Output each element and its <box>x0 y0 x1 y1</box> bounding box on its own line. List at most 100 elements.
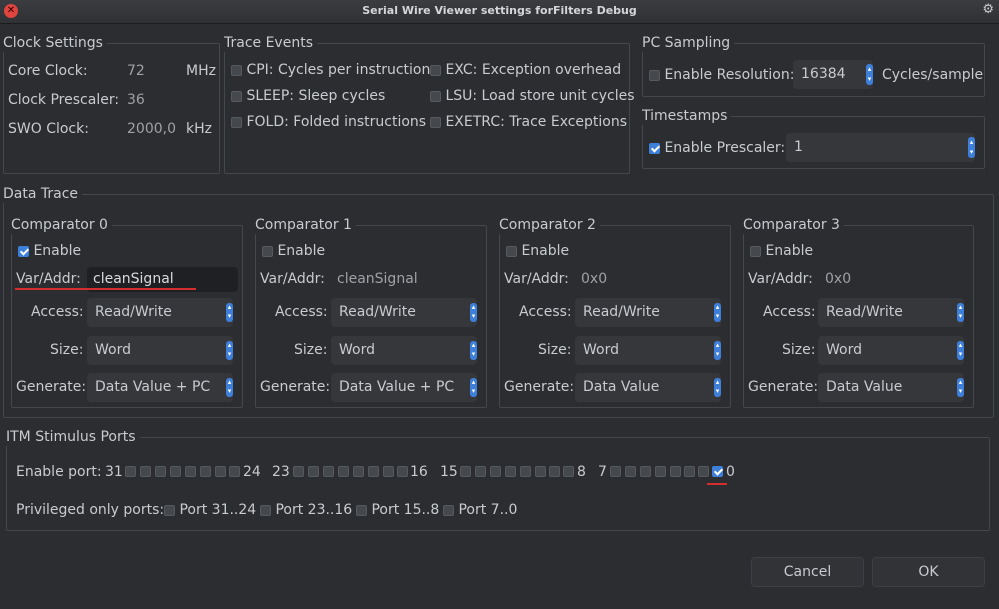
port-4-checkbox[interactable] <box>655 466 666 477</box>
port-0-checkbox[interactable] <box>712 466 723 477</box>
port-1-checkbox[interactable] <box>698 466 709 477</box>
port-23-checkbox[interactable] <box>293 466 304 477</box>
port-9-checkbox[interactable] <box>549 466 560 477</box>
port-15-checkbox[interactable] <box>460 466 471 477</box>
port-8-checkbox[interactable] <box>563 466 574 477</box>
privileged-port-23-16[interactable]: Port 23..16 <box>260 502 352 518</box>
port-26-checkbox[interactable] <box>200 466 211 477</box>
comparator-2-access-select[interactable]: Read/Write ▴ ▾ <box>575 298 721 327</box>
port-24-checkbox[interactable] <box>229 466 240 477</box>
comparator-1-generate-select[interactable]: Data Value + PC ▴ ▾ <box>331 373 477 402</box>
privileged-checkbox[interactable] <box>443 504 454 516</box>
privileged-port-7-0[interactable]: Port 7..0 <box>443 502 517 518</box>
port-11-checkbox[interactable] <box>520 466 531 477</box>
port-2-checkbox[interactable] <box>684 466 695 477</box>
ok-button[interactable]: OK <box>872 557 985 587</box>
prescaler-spinbox[interactable]: 1 ▴ ▾ <box>786 133 975 162</box>
chevron-updown-icon: ▴ ▾ <box>714 303 721 322</box>
spin-arrows-icon[interactable]: ▴ ▾ <box>866 64 873 85</box>
comparator-2-generate-select[interactable]: Data Value ▴ ▾ <box>575 373 721 402</box>
port-group-low: 24 <box>243 464 261 480</box>
port-28-checkbox[interactable] <box>170 466 181 477</box>
swo-clock-unit: kHz <box>186 121 212 137</box>
port-14-checkbox[interactable] <box>475 466 486 477</box>
port-18-checkbox[interactable] <box>368 466 379 477</box>
comparator-1-access-select[interactable]: Read/Write ▴ ▾ <box>331 298 477 327</box>
enable-checkbox[interactable] <box>262 245 273 257</box>
port-7-checkbox[interactable] <box>610 466 621 477</box>
trace-event-exetrc[interactable]: EXETRC: Trace Exceptions <box>430 114 627 130</box>
comparator-1-enable[interactable]: Enable <box>262 243 325 259</box>
port-19-checkbox[interactable] <box>353 466 364 477</box>
port-30-checkbox[interactable] <box>140 466 151 477</box>
privileged-checkbox[interactable] <box>164 504 175 516</box>
window-title: Serial Wire Viewer settings forFilters D… <box>362 4 637 17</box>
exetrc-checkbox[interactable] <box>430 116 441 128</box>
comparator-0-access-select[interactable]: Read/Write ▴ ▾ <box>87 298 233 327</box>
port-17-checkbox[interactable] <box>383 466 394 477</box>
comparator-3-access-select[interactable]: Read/Write ▴ ▾ <box>818 298 964 327</box>
trace-event-exc[interactable]: EXC: Exception overhead <box>430 62 621 78</box>
lsu-checkbox[interactable] <box>430 90 441 102</box>
cpi-checkbox[interactable] <box>231 64 242 76</box>
trace-event-lsu[interactable]: LSU: Load store unit cycles <box>430 88 635 104</box>
pc-sampling-title: PC Sampling <box>642 34 735 52</box>
comparator-3-enable[interactable]: Enable <box>750 243 813 259</box>
swo-clock-label: SWO Clock: <box>8 121 89 137</box>
port-6-checkbox[interactable] <box>625 466 636 477</box>
comparator-3-var-addr-value[interactable]: 0x0 <box>825 271 851 287</box>
port-12-checkbox[interactable] <box>505 466 516 477</box>
port-group-low: 8 <box>577 464 586 480</box>
trace-event-fold[interactable]: FOLD: Folded instructions <box>231 114 426 130</box>
port-29-checkbox[interactable] <box>155 466 166 477</box>
comparator-1-var-addr-value[interactable]: cleanSignal <box>337 271 418 287</box>
port-13-checkbox[interactable] <box>490 466 501 477</box>
port-20-checkbox[interactable] <box>338 466 349 477</box>
enable-checkbox[interactable] <box>750 245 761 257</box>
clock-prescaler-value: 36 <box>127 92 145 108</box>
port-27-checkbox[interactable] <box>185 466 196 477</box>
port-25-checkbox[interactable] <box>215 466 226 477</box>
comparator-1-size-select[interactable]: Word ▴ ▾ <box>331 336 477 365</box>
comparator-2-enable[interactable]: Enable <box>506 243 569 259</box>
trace-event-cpi[interactable]: CPI: Cycles per instruction <box>231 62 430 78</box>
comparator-2-size-select[interactable]: Word ▴ ▾ <box>575 336 721 365</box>
comparator-0-size-select[interactable]: Word ▴ ▾ <box>87 336 233 365</box>
privileged-port-31-24[interactable]: Port 31..24 <box>164 502 256 518</box>
itm-title: ITM Stimulus Ports <box>6 428 140 446</box>
gear-icon[interactable]: ⚙ <box>982 2 994 17</box>
trace-event-sleep[interactable]: SLEEP: Sleep cycles <box>231 88 385 104</box>
comparator-3-size-select[interactable]: Word ▴ ▾ <box>818 336 964 365</box>
resolution-spinbox[interactable]: 16384 ▴ ▾ <box>793 60 873 89</box>
port-group-high: 31 <box>105 464 123 480</box>
exc-checkbox[interactable] <box>430 64 441 76</box>
port-16-checkbox[interactable] <box>397 466 408 477</box>
privileged-checkbox[interactable] <box>260 504 271 516</box>
fold-checkbox[interactable] <box>231 116 242 128</box>
comparator-2-var-addr-value[interactable]: 0x0 <box>581 271 607 287</box>
timestamps-enable[interactable]: Enable Prescaler: <box>649 140 785 156</box>
privileged-checkbox[interactable] <box>356 504 367 516</box>
port-31-checkbox[interactable] <box>125 466 136 477</box>
comparator-0-enable[interactable]: Enable <box>18 243 81 259</box>
enable-checkbox[interactable] <box>18 245 29 257</box>
port-5-checkbox[interactable] <box>640 466 651 477</box>
sleep-checkbox[interactable] <box>231 90 242 102</box>
data-trace-title: Data Trace <box>3 185 83 203</box>
port-3-checkbox[interactable] <box>670 466 681 477</box>
port-22-checkbox[interactable] <box>308 466 319 477</box>
enable-checkbox[interactable] <box>506 245 517 257</box>
generate-label: Generate: <box>260 379 331 395</box>
cancel-button[interactable]: Cancel <box>751 557 864 587</box>
port-21-checkbox[interactable] <box>323 466 334 477</box>
spin-arrows-icon[interactable]: ▴ ▾ <box>968 137 975 158</box>
chevron-updown-icon: ▴ ▾ <box>226 341 233 360</box>
timestamps-checkbox[interactable] <box>649 142 660 154</box>
port-10-checkbox[interactable] <box>535 466 546 477</box>
pc-sampling-enable[interactable]: Enable Resolution: <box>649 67 794 83</box>
chevron-updown-icon: ▴ ▾ <box>226 303 233 322</box>
comparator-0-generate-select[interactable]: Data Value + PC ▴ ▾ <box>87 373 233 402</box>
privileged-port-15-8[interactable]: Port 15..8 <box>356 502 439 518</box>
comparator-3-generate-select[interactable]: Data Value ▴ ▾ <box>818 373 964 402</box>
pc-sampling-checkbox[interactable] <box>649 69 660 81</box>
